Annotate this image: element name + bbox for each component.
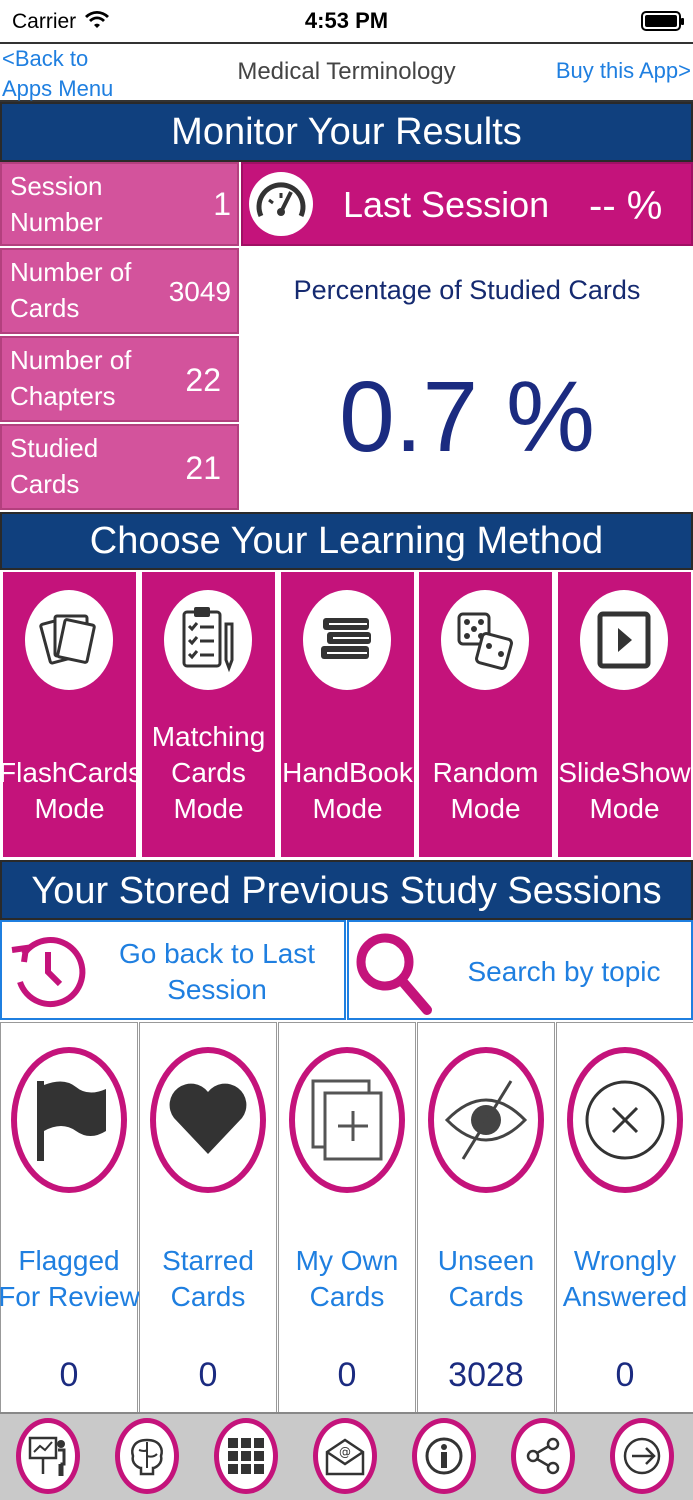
monitor-results-header: Monitor Your Results	[0, 102, 693, 162]
mode-label: SlideShow Mode	[558, 757, 691, 824]
stat-label: Session Number	[10, 171, 103, 237]
slideshow-mode-button[interactable]: SlideShow Mode	[558, 572, 691, 857]
flagged-count: 0	[59, 1356, 79, 1394]
starred-count: 0	[198, 1356, 218, 1394]
stored-sessions-header: Your Stored Previous Study Sessions	[0, 860, 693, 920]
clipboard-checklist-icon	[164, 590, 252, 690]
card-label: Starred Cards	[162, 1245, 254, 1312]
mode-label: FlashCards Mode	[0, 757, 143, 824]
last-session-value: -- %	[589, 184, 663, 228]
search-by-topic-button[interactable]: Search by topic	[347, 920, 693, 1020]
svg-text:@: @	[339, 1445, 351, 1459]
buy-app-link[interactable]: Buy this App>	[556, 58, 691, 84]
card-label: My Own Cards	[295, 1245, 399, 1312]
stat-number-of-cards: Number of Cards 3049	[0, 248, 239, 334]
wrong-count: 0	[615, 1356, 635, 1394]
stat-session-number: Session Number 1	[0, 162, 239, 246]
card-label: Flagged For Review	[0, 1245, 140, 1312]
card-label: Unseen Cards	[437, 1245, 535, 1312]
percentage-value: 0.7 %	[339, 361, 595, 473]
gauge-icon	[249, 172, 313, 236]
nav-bar: <Back to Apps Menu Medical Terminology B…	[0, 42, 693, 102]
go-back-label: Go back to Last Session	[118, 938, 316, 1005]
status-bar: Carrier 4:53 PM	[0, 0, 693, 42]
add-card-icon	[289, 1047, 405, 1193]
go-back-last-session-button[interactable]: Go back to Last Session	[0, 920, 346, 1020]
random-mode-button[interactable]: Random Mode	[419, 572, 552, 857]
eye-slash-icon	[428, 1047, 544, 1193]
learning-method-header: Choose Your Learning Method	[0, 512, 693, 570]
email-tab-icon[interactable]: @	[313, 1418, 377, 1494]
history-clock-icon	[11, 937, 86, 1008]
exit-tab-icon[interactable]	[610, 1418, 674, 1494]
grid-menu-tab-icon[interactable]	[214, 1418, 278, 1494]
mode-label: Matching Cards Mode	[151, 721, 266, 824]
flag-icon	[11, 1047, 127, 1193]
share-tab-icon[interactable]	[511, 1418, 575, 1494]
mode-label: Random Mode	[432, 757, 539, 824]
presentation-tab-icon[interactable]	[16, 1418, 80, 1494]
info-tab-icon[interactable]	[412, 1418, 476, 1494]
stat-studied-cards: Studied Cards 21	[0, 424, 239, 510]
dice-icon	[441, 590, 529, 690]
matching-cards-mode-button[interactable]: Matching Cards Mode	[142, 572, 275, 857]
heart-icon	[150, 1047, 266, 1193]
x-circle-icon	[567, 1047, 683, 1193]
clock: 4:53 PM	[304, 8, 389, 33]
brain-tab-icon[interactable]	[115, 1418, 179, 1494]
percentage-label: Percentage of Studied Cards	[293, 275, 641, 305]
mode-label: HandBook Mode	[282, 757, 413, 824]
search-label: Search by topic	[467, 956, 661, 987]
stat-value: 22	[185, 362, 221, 398]
stat-number-of-chapters: Number of Chapters 22	[0, 336, 239, 422]
stat-value: 3049	[168, 276, 231, 307]
last-session-label: Last Session	[343, 184, 550, 225]
battery-icon	[641, 11, 684, 31]
stat-label: Number of Cards	[10, 257, 132, 323]
play-icon	[580, 590, 668, 690]
unseen-count: 3028	[448, 1356, 524, 1394]
handbook-mode-button[interactable]: HandBook Mode	[281, 572, 414, 857]
search-icon	[356, 933, 432, 1015]
books-icon	[303, 590, 391, 690]
stat-value: 1	[213, 186, 231, 222]
flashcards-icon	[25, 590, 113, 690]
stat-value: 21	[185, 450, 221, 486]
card-label: Wrongly Answered	[562, 1245, 688, 1312]
stat-label: Studied Cards	[10, 433, 99, 499]
stat-label: Number of Chapters	[10, 345, 132, 411]
own-cards-count: 0	[337, 1356, 357, 1394]
last-session-banner: Last Session -- %	[241, 162, 693, 246]
flashcards-mode-button[interactable]: FlashCards Mode	[0, 572, 142, 857]
